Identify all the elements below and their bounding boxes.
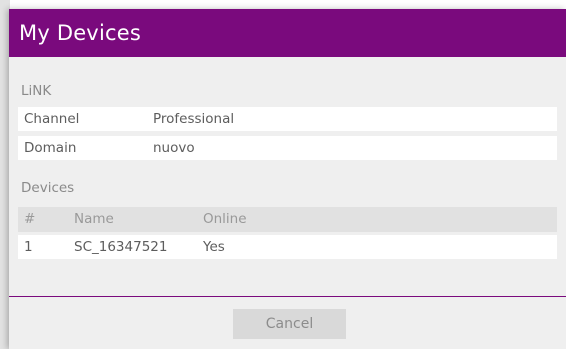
device-online-status: Yes bbox=[203, 239, 225, 255]
devices-section-label: Devices bbox=[21, 180, 75, 196]
column-header-online: Online bbox=[203, 211, 247, 227]
device-number: 1 bbox=[24, 239, 33, 255]
table-row[interactable]: 1 SC_16347521 Yes bbox=[18, 235, 557, 259]
dialog-title-bar: My Devices bbox=[9, 9, 566, 57]
channel-value: Professional bbox=[153, 111, 235, 127]
column-header-number: # bbox=[24, 211, 36, 227]
my-devices-dialog: My Devices LiNK Channel Professional Dom… bbox=[9, 9, 566, 349]
column-header-name: Name bbox=[74, 211, 114, 227]
channel-key: Channel bbox=[24, 111, 80, 127]
link-row-channel: Channel Professional bbox=[18, 107, 557, 131]
link-section-label: LiNK bbox=[21, 83, 52, 99]
link-row-domain: Domain nuovo bbox=[18, 136, 557, 160]
domain-value: nuovo bbox=[153, 140, 195, 156]
devices-table-header: # Name Online bbox=[18, 207, 557, 232]
domain-key: Domain bbox=[24, 140, 77, 156]
device-name: SC_16347521 bbox=[74, 239, 168, 255]
dialog-title: My Devices bbox=[19, 21, 141, 45]
cancel-button[interactable]: Cancel bbox=[233, 309, 346, 339]
footer-divider bbox=[9, 296, 566, 297]
